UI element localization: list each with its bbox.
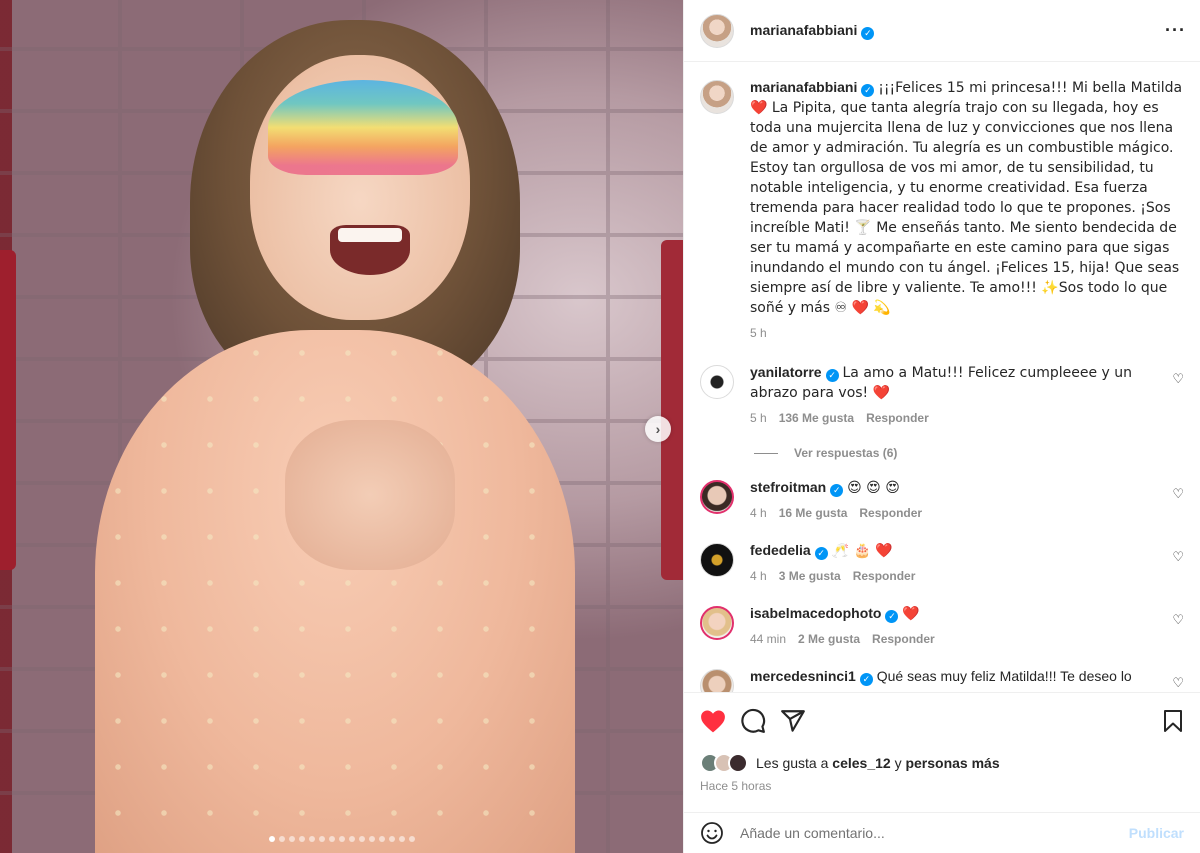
comment-likes[interactable]: 3 Me gusta: [779, 567, 841, 586]
verified-icon: ✓: [830, 484, 844, 497]
commenter-avatar[interactable]: [700, 606, 734, 640]
bookmark-icon[interactable]: [1162, 709, 1184, 733]
carousel-dot: [268, 836, 275, 842]
comment-time: 4 h: [750, 569, 767, 583]
commenter-username[interactable]: stefroitman ✓: [750, 479, 844, 497]
verified-icon: ✓: [861, 84, 875, 97]
comment-time: 5 h: [750, 411, 767, 425]
heart-outline-icon[interactable]: ♡: [1172, 371, 1184, 387]
comment-item: fededelia ✓ 🥂 🎂 ❤️ 4 h 3 Me gusta Respond…: [700, 541, 1184, 586]
caption-time: 5 h: [750, 326, 767, 340]
post-time: Hace 5 horas: [700, 779, 772, 793]
verified-icon: ✓: [825, 369, 839, 382]
more-options-icon[interactable]: ···: [1165, 20, 1186, 41]
view-replies-button[interactable]: Ver respuestas (6): [754, 446, 1184, 460]
commenter-avatar[interactable]: [700, 669, 734, 692]
comment-item: mercedesninci1 ✓ Qué seas muy feliz Matil…: [700, 667, 1184, 692]
carousel-dot: [378, 836, 385, 842]
verified-icon: ✓: [859, 673, 873, 686]
commenter-avatar[interactable]: [700, 365, 734, 399]
reply-button[interactable]: Responder: [859, 504, 922, 523]
carousel-dot: [388, 836, 395, 842]
likes-summary[interactable]: Les gusta a celes_12 y personas más: [700, 753, 1184, 773]
publish-button[interactable]: Publicar: [1129, 825, 1184, 841]
comment-icon[interactable]: [740, 708, 766, 734]
post-header: marianafabbiani ✓ ···: [684, 0, 1200, 62]
verified-icon: ✓: [814, 547, 828, 560]
caption-text: ¡¡¡Felices 15 mi princesa!!! Mi bella Ma…: [750, 80, 1183, 316]
carousel-dot: [328, 836, 335, 842]
carousel-dot: [298, 836, 305, 842]
liker-avatar: [728, 753, 748, 773]
heart-outline-icon[interactable]: ♡: [1172, 612, 1184, 628]
carousel-dots: [0, 836, 683, 842]
commenter-username[interactable]: fededelia ✓: [750, 542, 828, 560]
carousel-dot: [348, 836, 355, 842]
reply-button[interactable]: Responder: [853, 567, 916, 586]
post-photo[interactable]: ›: [0, 0, 683, 853]
comment-text: ❤️: [902, 606, 920, 622]
comment-item: stefroitman ✓ 😍 😍 😍 4 h 16 Me gusta Respo…: [700, 478, 1184, 523]
comments-section[interactable]: marianafabbiani ✓ ¡¡¡Felices 15 mi prince…: [684, 62, 1200, 692]
carousel-dot: [318, 836, 325, 842]
comment-time: 44 min: [750, 632, 787, 646]
comment-text: Qué seas muy feliz Matilda!!! Te deseo l…: [876, 668, 1132, 684]
verified-icon: ✓: [861, 26, 875, 40]
heart-filled-icon[interactable]: [700, 709, 726, 733]
post-actions: Les gusta a celes_12 y personas más Hace…: [684, 692, 1200, 812]
comment-time: 4 h: [750, 506, 767, 520]
commenter-avatar[interactable]: [700, 543, 734, 577]
carousel-dot: [338, 836, 345, 842]
author-avatar[interactable]: [700, 13, 734, 48]
chevron-right-icon: ›: [655, 421, 661, 437]
heart-outline-icon[interactable]: ♡: [1172, 675, 1184, 691]
carousel-dot: [288, 836, 295, 842]
emoji-icon[interactable]: [700, 821, 724, 845]
comment-likes[interactable]: 2 Me gusta: [798, 630, 860, 649]
carousel-next-button[interactable]: ›: [645, 416, 671, 442]
post-container: › marianafabbiani ✓ ··· marianafabbiani ✓ …: [0, 0, 1200, 853]
carousel-dot: [368, 836, 375, 842]
reply-button[interactable]: Responder: [872, 630, 935, 649]
caption-username[interactable]: marianafabbiani ✓: [750, 79, 875, 97]
comment-input[interactable]: [740, 825, 1129, 841]
comment-text: 🥂 🎂 ❤️: [831, 543, 893, 559]
photo-face-paint: [268, 80, 458, 175]
comment-likes[interactable]: 136 Me gusta: [779, 409, 854, 428]
author-username[interactable]: marianafabbiani ✓: [750, 22, 875, 40]
carousel-dot: [398, 836, 405, 842]
carousel-dot: [358, 836, 365, 842]
comment-text: 😍 😍 😍: [847, 480, 900, 496]
comment-item: yanilatorre ✓ La amo a Matu!!! Felicez cu…: [700, 363, 1184, 428]
reply-button[interactable]: Responder: [866, 409, 929, 428]
add-comment-bar: Publicar: [684, 812, 1200, 853]
comment-likes[interactable]: 16 Me gusta: [779, 504, 848, 523]
liker-username[interactable]: celes_12: [832, 755, 890, 771]
carousel-dot: [278, 836, 285, 842]
commenter-avatar[interactable]: [700, 480, 734, 514]
commenter-username[interactable]: mercedesninci1 ✓: [750, 668, 873, 686]
verified-icon: ✓: [885, 610, 899, 623]
carousel-dot: [308, 836, 315, 842]
heart-outline-icon[interactable]: ♡: [1172, 486, 1184, 502]
comment-item: isabelmacedophoto ✓ ❤️ 44 min 2 Me gusta …: [700, 604, 1184, 649]
heart-outline-icon[interactable]: ♡: [1172, 549, 1184, 565]
caption-avatar[interactable]: [700, 80, 734, 114]
commenter-username[interactable]: yanilatorre ✓: [750, 364, 839, 382]
post-side-panel: marianafabbiani ✓ ··· marianafabbiani ✓ ¡¡…: [683, 0, 1200, 853]
share-icon[interactable]: [780, 708, 806, 734]
commenter-username[interactable]: isabelmacedophoto ✓: [750, 605, 899, 623]
caption: marianafabbiani ✓ ¡¡¡Felices 15 mi prince…: [700, 78, 1184, 343]
carousel-dot: [408, 836, 415, 842]
